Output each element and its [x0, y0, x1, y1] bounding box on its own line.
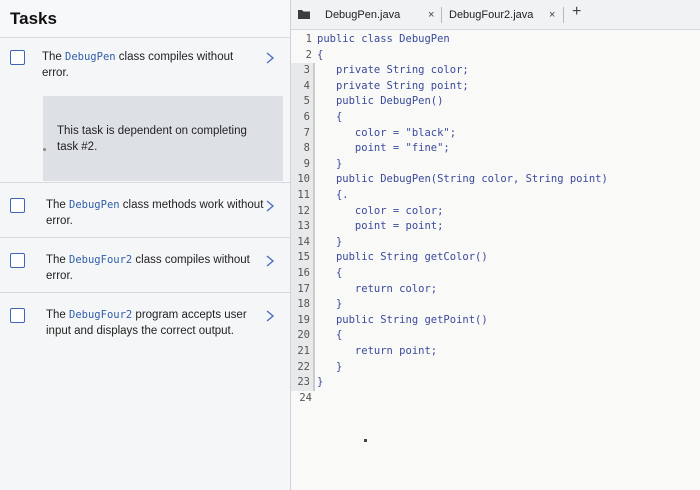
tab-debugpen-java[interactable]: DebugPen.java — [325, 0, 400, 30]
code-line[interactable]: } — [317, 235, 342, 251]
code-line[interactable]: return color; — [317, 282, 437, 298]
task-checkbox[interactable] — [10, 198, 25, 213]
code-line[interactable]: } — [317, 360, 342, 376]
line-number: 17 — [291, 281, 315, 298]
tab-debugfour2-java[interactable]: DebugFour2.java — [449, 0, 533, 30]
code-line[interactable]: {. — [317, 188, 349, 204]
code-line[interactable]: } — [317, 297, 342, 313]
line-number: 1 — [305, 33, 312, 45]
task-checkbox[interactable] — [10, 50, 25, 65]
code-line[interactable]: color = "black"; — [317, 126, 456, 142]
task-label: The DebugPen class compiles without erro… — [42, 51, 234, 79]
code-line[interactable]: } — [317, 375, 323, 391]
task-item-1[interactable]: The DebugPen class compiles without erro… — [0, 38, 290, 183]
code-line[interactable]: public String getColor() — [317, 250, 488, 266]
class-name: DebugFour2 — [69, 254, 133, 266]
tab-bar: DebugPen.java × DebugFour2.java × + — [291, 0, 700, 30]
code-line[interactable]: private String point; — [317, 79, 469, 95]
tab-divider — [441, 7, 442, 23]
dependency-note-text: This task is dependent on completing tas… — [57, 125, 247, 153]
chevron-right-icon[interactable] — [264, 50, 276, 66]
code-line[interactable]: public DebugPen(String color, String poi… — [317, 172, 608, 188]
line-number: 23 — [291, 375, 315, 391]
line-number: 13 — [291, 219, 315, 235]
task-checkbox[interactable] — [10, 308, 25, 323]
line-number: 4 — [291, 78, 315, 95]
line-number: 8 — [291, 141, 315, 157]
task-item-2[interactable]: The DebugPen class methods work without … — [0, 183, 290, 238]
line-number: 15 — [291, 250, 315, 266]
add-tab-icon[interactable]: + — [572, 3, 581, 21]
close-tab-icon[interactable]: × — [549, 0, 555, 30]
task-label: The DebugFour2 class compiles without er… — [46, 254, 250, 282]
line-number: 19 — [291, 312, 315, 329]
line-number: 16 — [291, 266, 315, 282]
line-number: 3 — [291, 63, 315, 79]
code-area[interactable]: public class DebugPen{ private String co… — [317, 30, 700, 490]
code-line[interactable]: { — [317, 48, 323, 64]
dependency-note: This task is dependent on completing tas… — [43, 96, 283, 181]
code-line[interactable]: return point; — [317, 344, 437, 360]
chevron-right-icon[interactable] — [264, 308, 276, 324]
code-line[interactable]: public DebugPen() — [317, 94, 443, 110]
line-number: 6 — [291, 110, 315, 126]
chevron-right-icon[interactable] — [264, 198, 276, 214]
line-number: 14 — [291, 234, 315, 251]
code-line[interactable]: public class DebugPen — [317, 32, 450, 48]
task-label: The DebugFour2 program accepts user inpu… — [46, 309, 247, 337]
chevron-right-icon[interactable] — [264, 253, 276, 269]
class-name: DebugPen — [69, 199, 120, 211]
tab-divider — [563, 7, 564, 23]
bullet-dot — [43, 148, 46, 151]
task-label: The DebugPen class methods work without … — [46, 199, 264, 227]
folder-icon[interactable] — [297, 9, 311, 20]
code-line[interactable]: private String color; — [317, 63, 469, 79]
code-line[interactable]: { — [317, 266, 342, 282]
code-line[interactable]: { — [317, 110, 342, 126]
line-number: 12 — [291, 203, 315, 220]
class-name: DebugPen — [65, 51, 116, 63]
task-checkbox[interactable] — [10, 253, 25, 268]
code-line[interactable]: point = "fine"; — [317, 141, 450, 157]
line-number: 10 — [291, 172, 315, 188]
task-item-4[interactable]: The DebugFour2 program accepts user inpu… — [0, 293, 290, 353]
text-cursor — [364, 439, 367, 442]
code-line[interactable]: public String getPoint() — [317, 313, 488, 329]
line-number: 9 — [291, 156, 315, 173]
line-number-gutter: 1 2 3 4 5 6 7 8 9 10 11 12 13 14 15 16 17 18 19 20 21 22 23 24 — [291, 30, 315, 490]
code-editor: DebugPen.java × DebugFour2.java × + 1234… — [290, 0, 700, 490]
line-number: 2 — [305, 48, 312, 61]
tasks-header: Tasks — [0, 0, 290, 38]
task-item-3[interactable]: The DebugFour2 class compiles without er… — [0, 238, 290, 293]
tasks-panel: Tasks The DebugPen class compiles withou… — [0, 0, 290, 490]
line-number: 22 — [291, 359, 315, 376]
code-line[interactable]: } — [317, 157, 342, 173]
line-number: 18 — [291, 297, 315, 313]
code-line[interactable]: point = point; — [317, 219, 444, 235]
tasks-title: Tasks — [10, 9, 57, 28]
line-number: 24 — [299, 391, 312, 404]
line-number: 5 — [291, 94, 315, 110]
line-number: 20 — [291, 328, 315, 344]
class-name: DebugFour2 — [69, 309, 133, 321]
line-number: 11 — [291, 188, 315, 204]
code-line[interactable]: { — [317, 328, 342, 344]
code-line[interactable]: color = color; — [317, 204, 444, 220]
line-number: 21 — [291, 344, 315, 360]
line-number: 7 — [291, 125, 315, 142]
close-tab-icon[interactable]: × — [428, 0, 434, 30]
